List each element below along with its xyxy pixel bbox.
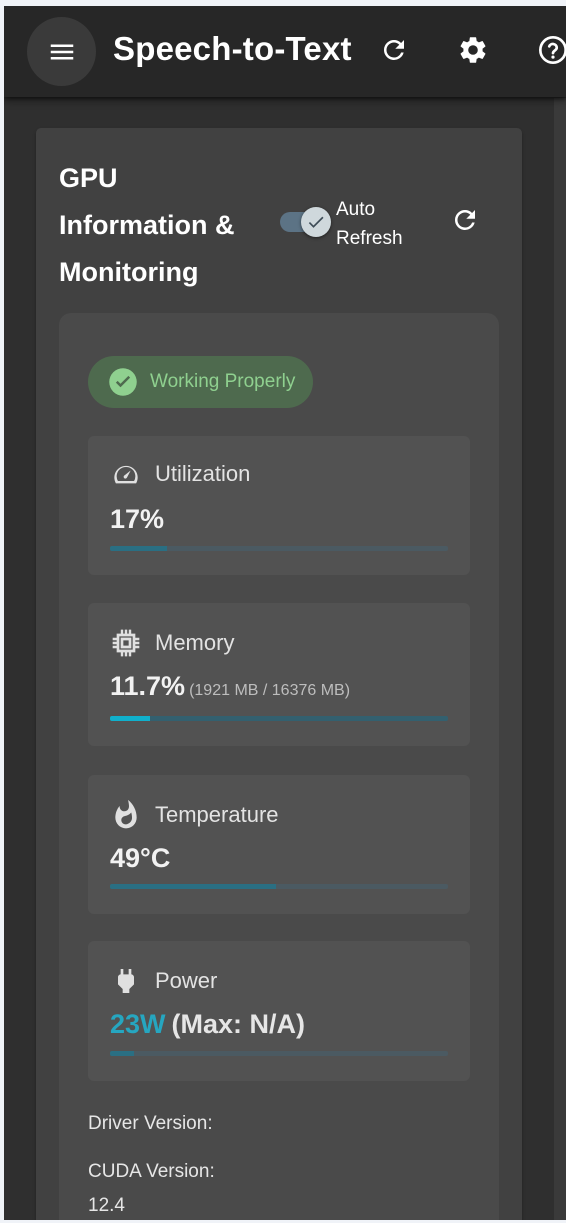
side-panel-edge xyxy=(554,98,566,1220)
refresh-button[interactable] xyxy=(378,34,410,66)
utilization-value: 17% xyxy=(110,504,165,534)
card-title: GPU Information & Monitoring xyxy=(59,163,235,287)
temperature-bar-fill xyxy=(110,884,276,889)
flame-icon xyxy=(115,799,137,829)
status-text: Working Properly xyxy=(150,371,296,392)
memory-bar xyxy=(110,716,448,721)
app-title: Speech-to-Text xyxy=(113,30,352,67)
menu-button[interactable] xyxy=(27,17,96,86)
utilization-card: Utilization 17% xyxy=(88,436,470,575)
auto-refresh-label: Auto Refresh xyxy=(336,199,403,249)
gpu-card: GPU Information & Monitoring Auto Refres… xyxy=(36,128,522,1220)
check-icon xyxy=(308,216,324,228)
cuda-version-label: CUDA Version: xyxy=(88,1161,215,1182)
temperature-card: Temperature 49°C xyxy=(88,775,470,914)
cuda-version-value: 12.4 xyxy=(88,1195,125,1216)
refresh-icon xyxy=(383,39,404,60)
memory-value: 11.7% xyxy=(110,671,186,701)
power-value: 23W xyxy=(110,1009,166,1039)
utilization-bar xyxy=(110,546,448,551)
menu-icon xyxy=(50,44,73,59)
refresh-icon xyxy=(454,210,475,230)
help-button[interactable] xyxy=(537,34,566,66)
plug-icon xyxy=(118,969,134,993)
help-icon xyxy=(539,36,566,64)
toggle-thumb xyxy=(301,207,331,237)
app-bar: Speech-to-Text xyxy=(4,6,566,97)
power-card: Power 23W (Max: N/A) xyxy=(88,941,470,1081)
app-window: Speech-to-Text GPU Information & Monitor… xyxy=(4,6,566,1220)
power-label: Power xyxy=(155,968,218,993)
power-value-line: 23W (Max: N/A) xyxy=(110,1009,305,1040)
memory-label: Memory xyxy=(155,630,235,655)
utilization-label: Utilization xyxy=(155,461,251,486)
gear-icon xyxy=(460,37,486,63)
memory-card: Memory 11.7% (1921 MB / 16376 MB) xyxy=(88,603,470,746)
power-max: (Max: N/A) xyxy=(171,1009,306,1039)
gpu-panel: Working Properly Utilization 17% Memory … xyxy=(59,313,499,1220)
speedometer-icon xyxy=(114,465,138,484)
power-bar xyxy=(110,1051,448,1056)
settings-button[interactable] xyxy=(457,34,489,66)
memory-value-line: 11.7% (1921 MB / 16376 MB) xyxy=(110,671,350,702)
card-refresh-button[interactable] xyxy=(449,204,481,236)
chip-icon xyxy=(112,629,140,657)
check-circle-icon xyxy=(109,368,137,396)
temperature-value: 49°C xyxy=(110,843,171,873)
auto-refresh-toggle[interactable] xyxy=(278,207,332,237)
temperature-bar xyxy=(110,884,448,889)
utilization-bar-fill xyxy=(110,546,168,551)
temperature-label: Temperature xyxy=(155,802,279,827)
memory-detail: (1921 MB / 16376 MB) xyxy=(189,682,351,699)
driver-version-label: Driver Version: xyxy=(88,1113,213,1134)
power-bar-fill xyxy=(110,1051,134,1056)
status-badge: Working Properly xyxy=(88,356,314,408)
memory-bar-fill xyxy=(110,716,150,721)
